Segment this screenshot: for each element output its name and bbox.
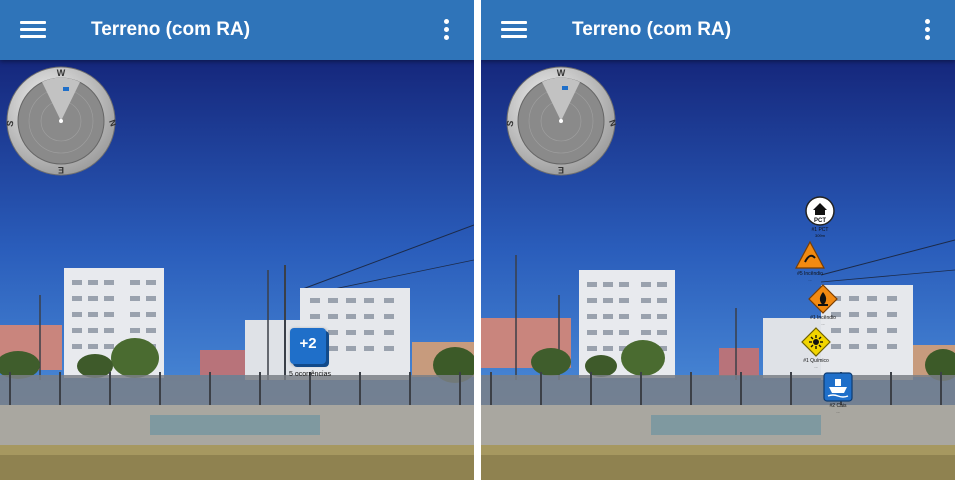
- flame-diamond-icon: [808, 284, 838, 314]
- hamburger-menu-icon[interactable]: [20, 20, 46, 40]
- poi-distance: ...: [836, 409, 840, 414]
- cluster-count: +2: [299, 335, 317, 352]
- compass-west-label: W: [557, 68, 566, 78]
- app-title: Terreno (com RA): [572, 19, 732, 40]
- poi-distance: ...: [808, 277, 812, 282]
- radar-target-dot: [63, 87, 69, 91]
- compass-east-label: E: [58, 165, 64, 175]
- radar-compass: W N E S: [6, 66, 116, 176]
- radar-compass: W N E S: [506, 66, 616, 176]
- svg-text:PCT: PCT: [814, 218, 826, 224]
- overflow-menu-icon[interactable]: [442, 18, 450, 42]
- compass-west-label: W: [57, 68, 66, 78]
- hamburger-menu-icon[interactable]: [501, 20, 527, 40]
- overflow-menu-icon[interactable]: [923, 18, 931, 42]
- hazard-diamond-icon: [801, 327, 831, 357]
- phone-screen-right: Terreno (com RA) W N E S PCT #1 PCT 309m…: [481, 0, 955, 480]
- poi-distance: ...: [814, 364, 818, 369]
- house-icon: PCT: [805, 196, 835, 226]
- radar-target-dot: [562, 86, 568, 90]
- app-title: Terreno (com RA): [91, 19, 251, 40]
- poi-distance: ...: [821, 321, 825, 326]
- poi-distance: 309m: [814, 233, 825, 238]
- app-bar: Terreno (com RA): [481, 0, 955, 60]
- compass-east-label: E: [558, 165, 564, 175]
- ship-icon: [823, 372, 853, 402]
- app-bar: Terreno (com RA): [0, 0, 474, 60]
- cluster-caption: 5 ocorrências: [288, 371, 332, 378]
- fire-warning-icon: [795, 240, 825, 269]
- phone-screen-left: Terreno (com RA) W N E S +2 5 ocorrência…: [0, 0, 474, 480]
